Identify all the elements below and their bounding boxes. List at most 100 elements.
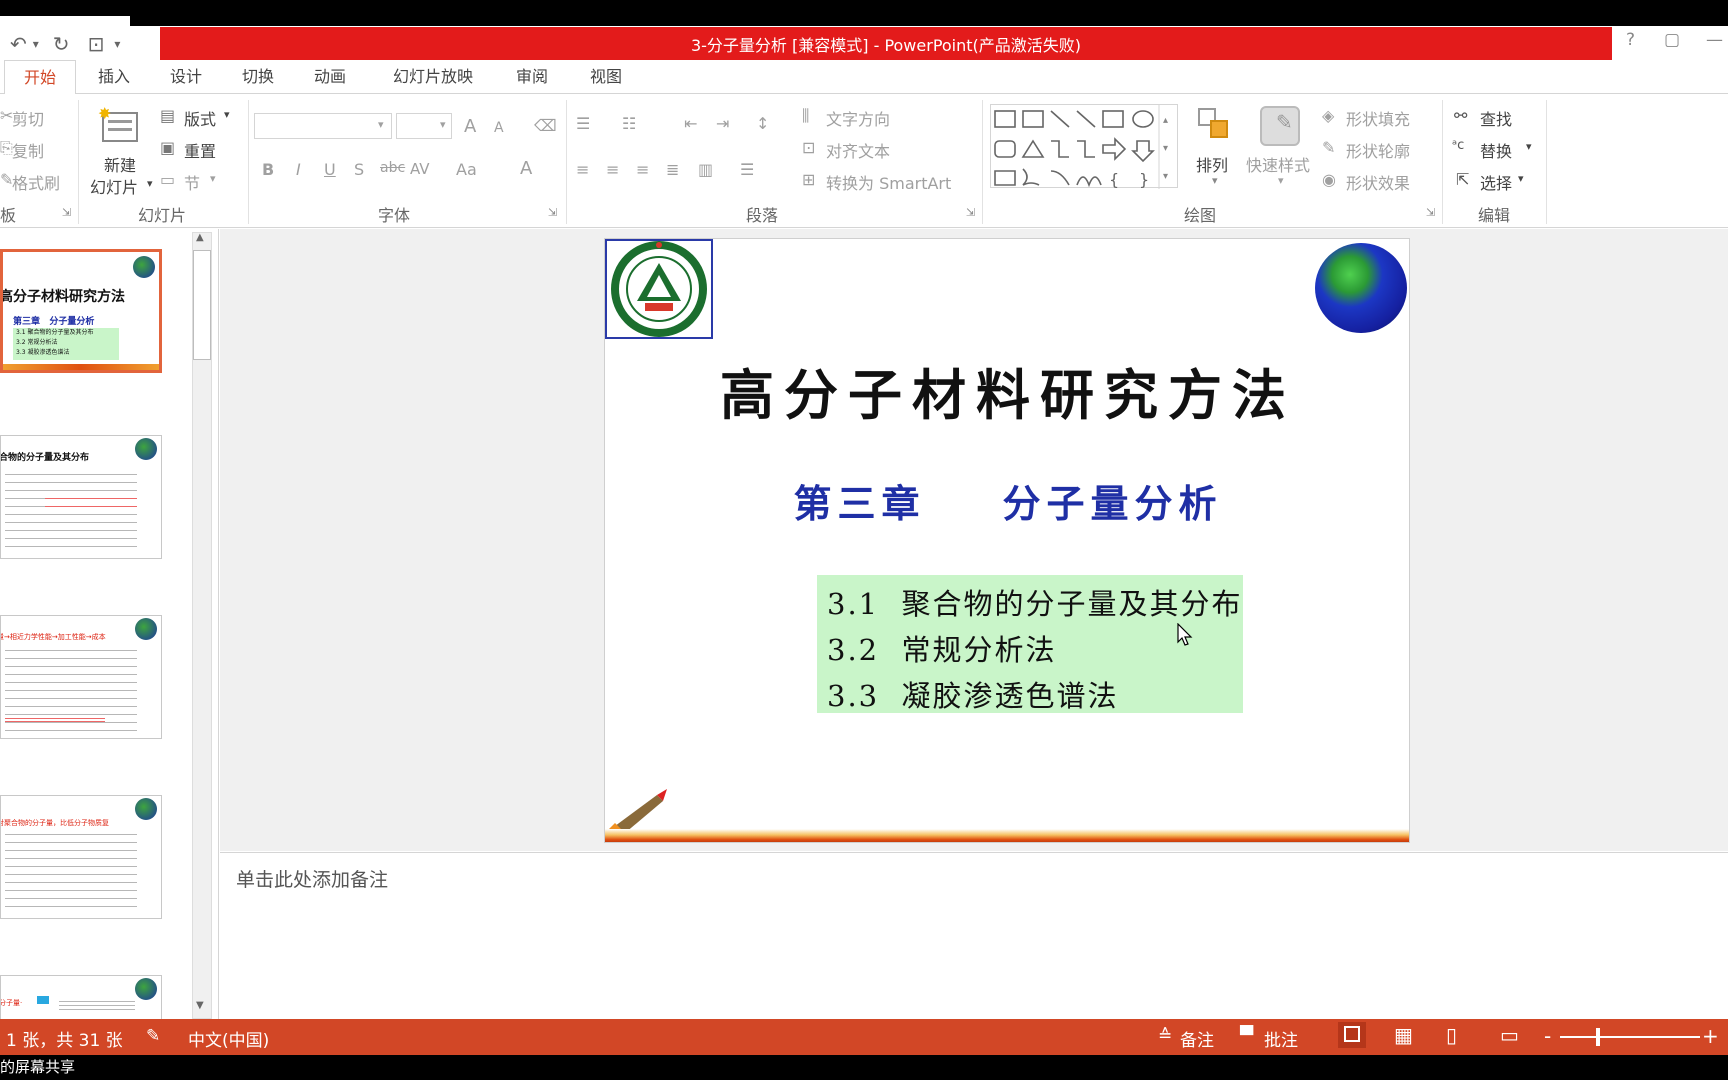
justify-icon[interactable]: ≣ (666, 160, 679, 179)
normal-view-button[interactable] (1338, 1022, 1366, 1048)
notes-toggle-button[interactable]: 备注 (1180, 1026, 1214, 1051)
smartart-icon: ⊞ (802, 170, 816, 189)
help-icon[interactable]: ? (1626, 30, 1635, 50)
slide-thumbnail[interactable]: 量→相近力学性能→加工性能→成本 (0, 615, 162, 739)
tab-review[interactable]: 审阅 (498, 60, 566, 94)
align-center-icon[interactable]: ≡ (606, 160, 619, 179)
shadow-button[interactable]: S (354, 160, 364, 179)
decrease-indent-icon[interactable]: ⇤ (684, 114, 697, 133)
underline-button[interactable]: U (324, 160, 336, 179)
binoculars-icon: ⚯ (1454, 106, 1468, 125)
line-spacing-icon[interactable]: ↕ (756, 114, 769, 133)
shape-effects-button[interactable]: 形状效果 (1346, 170, 1410, 194)
tab-design[interactable]: 设计 (152, 60, 220, 94)
zoom-in-button[interactable]: + (1702, 1024, 1719, 1048)
paragraph-launcher-icon[interactable]: ⇲ (966, 206, 975, 219)
notes-toggle-icon[interactable]: ≙ (1158, 1026, 1172, 1046)
cut-button[interactable]: 剪切 (12, 106, 44, 130)
quick-styles-button[interactable]: 快速样式 (1246, 152, 1310, 176)
shapes-gallery[interactable]: { } ▴ ▾ ▾ (990, 104, 1178, 189)
format-painter-button[interactable]: 格式刷 (12, 170, 60, 194)
language-indicator[interactable]: 中文(中国) (188, 1026, 269, 1051)
numbering-icon[interactable]: ☷ (622, 114, 636, 133)
zoom-out-button[interactable]: - (1544, 1024, 1551, 1048)
minimize-icon[interactable]: — (1706, 30, 1723, 50)
comments-button[interactable]: 批注 (1264, 1026, 1298, 1051)
restore-icon[interactable]: ▢ (1664, 30, 1680, 50)
tab-slideshow[interactable]: 幻灯片放映 (380, 60, 486, 94)
text-direction-button[interactable]: 文字方向 (826, 106, 890, 130)
copy-button[interactable]: 复制 (12, 138, 44, 162)
bullets-icon[interactable]: ☰ (576, 114, 590, 133)
scroll-down-icon[interactable]: ▼ (196, 1000, 204, 1011)
tab-view[interactable]: 视图 (572, 60, 640, 94)
font-size-chevron-down-icon[interactable]: ▾ (440, 118, 446, 131)
replace-button[interactable]: 替换 (1480, 138, 1512, 162)
italic-button[interactable]: I (296, 160, 301, 179)
arrange-icon[interactable] (1196, 106, 1236, 146)
scroll-up-icon[interactable]: ▲ (196, 232, 204, 243)
align-text-button[interactable]: 对齐文本 (826, 138, 890, 162)
redo-icon[interactable]: ↻ (53, 32, 70, 56)
shape-outline-button[interactable]: 形状轮廓 (1346, 138, 1410, 162)
comments-icon[interactable]: ▀ (1240, 1026, 1253, 1046)
new-slide-dropdown[interactable]: 幻灯片 (90, 174, 138, 198)
change-case-button[interactable]: Aa (456, 160, 477, 179)
reading-view-icon[interactable]: ▯ (1446, 1023, 1457, 1047)
align-list-icon[interactable]: ☰ (740, 160, 754, 179)
spell-check-icon[interactable]: ✎ (146, 1026, 160, 1046)
zoom-slider[interactable] (1560, 1036, 1700, 1038)
strikethrough-button[interactable]: abc (380, 160, 405, 176)
find-button[interactable]: 查找 (1480, 106, 1512, 130)
bold-button[interactable]: B (262, 160, 274, 179)
tab-insert[interactable]: 插入 (80, 60, 148, 94)
svg-text:▴: ▴ (1163, 115, 1168, 126)
slideshow-icon[interactable]: ▭ (1500, 1023, 1519, 1047)
undo-icon[interactable]: ↶ (10, 32, 27, 56)
clear-formatting-icon[interactable]: ⌫ (534, 116, 557, 135)
slide-thumbnail[interactable]: 对聚合物的分子量，比低分子物质复 (0, 795, 162, 919)
shape-fill-button[interactable]: 形状填充 (1346, 106, 1410, 130)
tab-transitions[interactable]: 切换 (224, 60, 292, 94)
tab-home[interactable]: 开始 (4, 60, 76, 95)
thumb-item: 3.1 聚合物的分子量及其分布 (16, 329, 94, 336)
character-spacing-button[interactable]: AV (410, 160, 430, 178)
customize-qat-icon[interactable]: ▾ (114, 37, 120, 51)
shrink-font-button[interactable]: A (494, 120, 504, 136)
align-right-icon[interactable]: ≡ (636, 160, 649, 179)
slide-thumbnail[interactable]: 分子量· (0, 975, 162, 1019)
grow-font-button[interactable]: A (464, 116, 476, 137)
ribbon-divider (78, 100, 79, 224)
slide-thumbnail[interactable]: 合物的分子量及其分布 (0, 435, 162, 559)
zoom-slider-thumb[interactable] (1596, 1028, 1600, 1046)
slide-sorter-icon[interactable]: ▦ (1394, 1023, 1413, 1047)
drawing-launcher-icon[interactable]: ⇲ (1426, 206, 1435, 219)
slide-title: 高分子材料研究方法 (720, 363, 1296, 427)
convert-smartart-button[interactable]: 转换为 SmartArt (826, 170, 951, 194)
layout-button[interactable]: 版式 (184, 106, 216, 130)
increase-indent-icon[interactable]: ⇥ (716, 114, 729, 133)
font-name-chevron-down-icon[interactable]: ▾ (378, 118, 384, 131)
arrange-button[interactable]: 排列 (1196, 152, 1228, 176)
clipboard-launcher-icon[interactable]: ⇲ (62, 206, 71, 219)
new-slide-button[interactable]: 新建 (104, 152, 136, 176)
quick-styles-icon[interactable]: ✎ (1260, 106, 1300, 146)
slide-thumbnail[interactable]: 高分子材料研究方法 第三章 分子量分析 3.1 聚合物的分子量及其分布 3.2 … (0, 249, 162, 373)
undo-dropdown-icon[interactable]: ▾ (33, 37, 39, 51)
columns-icon[interactable]: ▥ (698, 160, 713, 179)
editing-group-label: 编辑 (1478, 206, 1511, 225)
notes-pane[interactable]: 单击此处添加备注 (220, 852, 1728, 1019)
font-name-box[interactable] (254, 113, 392, 139)
align-left-icon[interactable]: ≡ (576, 160, 589, 179)
current-slide[interactable]: 高分子材料研究方法 第三章 分子量分析 3.1 聚合物的分子量及其分布 3.2 … (604, 238, 1410, 843)
select-button[interactable]: 选择 (1480, 170, 1512, 194)
reset-button[interactable]: 重置 (184, 138, 216, 162)
from-beginning-icon[interactable]: ⊡ (88, 32, 105, 56)
tab-animations[interactable]: 动画 (296, 60, 364, 94)
new-slide-icon[interactable]: ✸ (98, 104, 142, 148)
new-slide-chevron-down-icon[interactable]: ▾ (147, 177, 153, 190)
thumbnail-scroll-thumb[interactable] (193, 250, 211, 360)
section-button[interactable]: 节 (184, 170, 200, 194)
font-launcher-icon[interactable]: ⇲ (548, 206, 557, 219)
font-color-button[interactable]: A (520, 158, 532, 179)
